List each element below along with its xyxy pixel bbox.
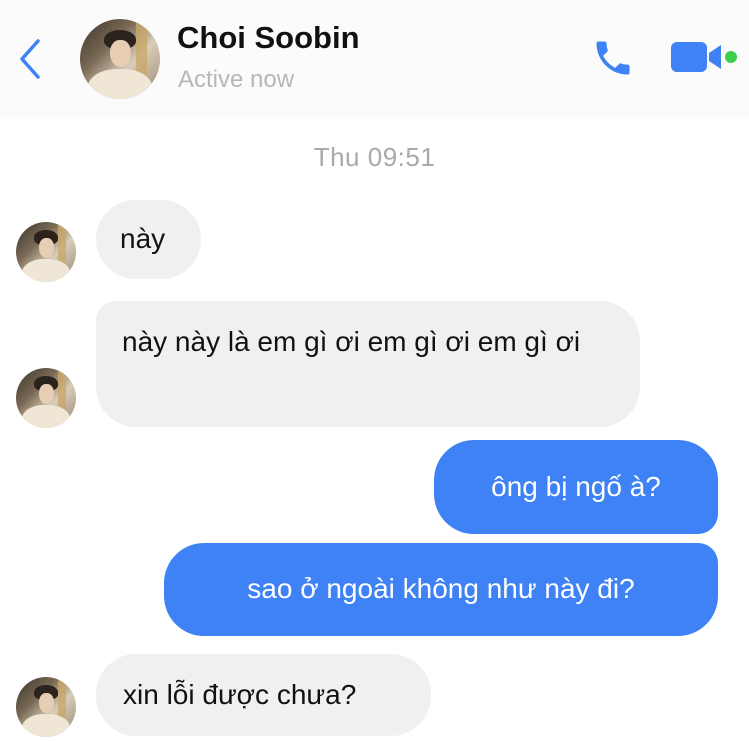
message-bubble-outgoing[interactable]: sao ở ngoài không như này đi? xyxy=(164,543,718,636)
back-button[interactable] xyxy=(12,36,48,82)
voice-call-button[interactable] xyxy=(589,36,637,80)
contact-avatar-small[interactable] xyxy=(16,677,76,737)
message-text: xin lỗi được chưa? xyxy=(123,679,357,710)
active-dot-icon xyxy=(725,51,737,63)
message-text: ông bị ngố à? xyxy=(491,471,661,502)
phone-icon xyxy=(596,41,630,75)
message-text: này xyxy=(120,223,166,254)
message-bubble-outgoing[interactable]: ông bị ngố à? xyxy=(434,440,718,534)
contact-avatar[interactable] xyxy=(80,19,160,99)
active-status: Active now xyxy=(178,66,295,93)
message-bubble-incoming[interactable]: này xyxy=(96,200,201,279)
contact-avatar-small[interactable] xyxy=(16,222,76,282)
video-camera-icon xyxy=(671,42,737,72)
message-text: sao ở ngoài không như này đi? xyxy=(247,573,635,604)
conversation-timestamp: Thu 09:51 xyxy=(313,142,436,172)
message-bubble-incoming[interactable]: xin lỗi được chưa? xyxy=(96,654,431,736)
contact-avatar-small[interactable] xyxy=(16,368,76,428)
chat-header: Choi Soobin Active now xyxy=(0,0,749,118)
message-bubble-incoming[interactable]: này này là em gì ơi em gì ơi em gì ơi xyxy=(96,301,640,427)
chevron-left-icon xyxy=(20,39,40,79)
message-text: này này là em gì ơi em gì ơi em gì ơi xyxy=(122,326,581,357)
contact-name[interactable]: Choi Soobin xyxy=(177,20,360,56)
video-call-button[interactable] xyxy=(668,38,740,78)
